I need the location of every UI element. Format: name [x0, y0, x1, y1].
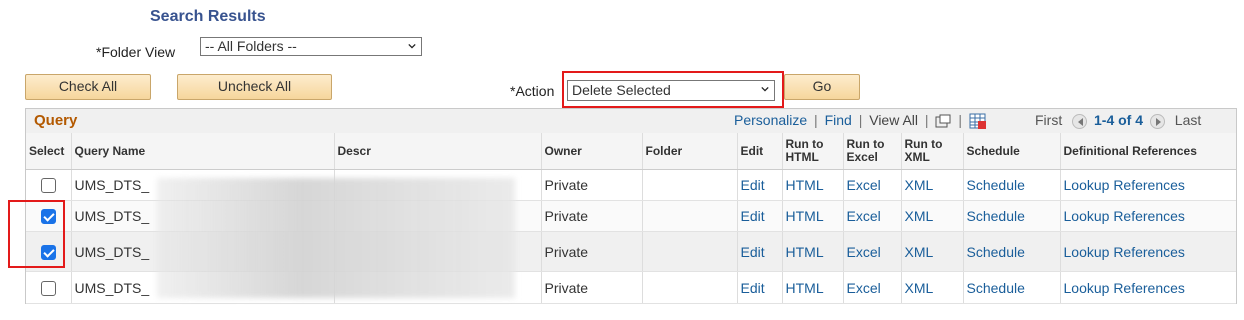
run-excel-link[interactable]: Excel — [847, 177, 881, 193]
next-page-icon[interactable] — [1149, 113, 1165, 129]
owner-cell: Private — [540, 169, 642, 201]
column-header: Run to Excel — [842, 133, 901, 170]
grid-pager: First 1-4 of 4 Last — [1035, 112, 1201, 129]
grid-header-bar: Query Personalize | Find | View All | | … — [26, 109, 1236, 134]
column-header: Select — [26, 133, 71, 170]
folder-view-label: *Folder View — [96, 44, 176, 60]
uncheck-all-button[interactable]: Uncheck All — [177, 74, 332, 100]
separator: | — [858, 112, 863, 128]
folder-view-select[interactable]: -- All Folders -- — [200, 37, 422, 56]
last-label: Last — [1174, 112, 1202, 128]
new-window-icon[interactable] — [935, 114, 951, 128]
column-header[interactable]: Folder — [641, 133, 737, 170]
column-header[interactable]: Descr — [333, 133, 541, 170]
column-header[interactable]: Owner — [540, 133, 642, 170]
column-header[interactable]: Query Name — [70, 133, 334, 170]
check-all-button[interactable]: Check All — [25, 74, 151, 100]
run-excel-link[interactable]: Excel — [847, 280, 881, 296]
folder-view-value: -- All Folders -- — [205, 38, 297, 54]
edit-link[interactable]: Edit — [741, 208, 765, 224]
grid-toolbar: Personalize | Find | View All | | — [734, 112, 987, 130]
run-xml-link[interactable]: XML — [905, 280, 934, 296]
lookup-references-link[interactable]: Lookup References — [1064, 244, 1185, 260]
column-header: Definitional References — [1059, 133, 1236, 170]
run-html-link[interactable]: HTML — [786, 244, 824, 260]
run-html-link[interactable]: HTML — [786, 177, 824, 193]
action-highlight-box — [562, 71, 784, 108]
edit-link[interactable]: Edit — [741, 244, 765, 260]
page-title: Search Results — [150, 8, 266, 25]
schedule-link[interactable]: Schedule — [967, 280, 1025, 296]
column-header: Edit — [736, 133, 782, 170]
previous-page-icon[interactable] — [1072, 113, 1088, 129]
chevron-down-icon — [408, 43, 416, 49]
run-excel-link[interactable]: Excel — [847, 244, 881, 260]
separator: | — [924, 112, 929, 128]
owner-cell: Private — [540, 200, 642, 232]
go-button[interactable]: Go — [784, 74, 860, 100]
folder-cell — [641, 271, 737, 304]
folder-cell — [641, 231, 737, 272]
action-label: *Action — [510, 83, 555, 99]
run-xml-link[interactable]: XML — [905, 208, 934, 224]
run-xml-link[interactable]: XML — [905, 244, 934, 260]
lookup-references-link[interactable]: Lookup References — [1064, 208, 1185, 224]
run-xml-link[interactable]: XML — [905, 177, 934, 193]
separator: | — [958, 112, 962, 128]
run-html-link[interactable]: HTML — [786, 208, 824, 224]
schedule-link[interactable]: Schedule — [967, 208, 1025, 224]
lookup-references-link[interactable]: Lookup References — [1064, 177, 1185, 193]
owner-cell: Private — [540, 231, 642, 272]
folder-cell — [641, 200, 737, 232]
download-spreadsheet-icon[interactable] — [969, 113, 987, 130]
column-header: Run to XML — [900, 133, 963, 170]
lookup-references-link[interactable]: Lookup References — [1064, 280, 1185, 296]
find-link[interactable]: Find — [825, 112, 852, 128]
schedule-link[interactable]: Schedule — [967, 177, 1025, 193]
edit-link[interactable]: Edit — [741, 177, 765, 193]
folder-cell — [641, 169, 737, 201]
view-all-link[interactable]: View All — [869, 112, 918, 128]
redacted-area — [157, 178, 515, 298]
first-label: First — [1035, 112, 1063, 128]
personalize-link[interactable]: Personalize — [734, 112, 807, 128]
page-range: 1-4 of 4 — [1094, 112, 1144, 128]
column-header: Schedule — [962, 133, 1060, 170]
checkbox-highlight-box — [8, 200, 65, 268]
row-select-checkbox[interactable] — [40, 280, 56, 296]
row-select-checkbox[interactable] — [40, 178, 56, 194]
owner-cell: Private — [540, 271, 642, 304]
column-header: Run to HTML — [781, 133, 843, 170]
table-header-row: Select Query Name Descr Owner Folder Edi… — [26, 133, 1236, 170]
grid-title: Query — [34, 112, 78, 129]
separator: | — [814, 112, 818, 128]
run-excel-link[interactable]: Excel — [847, 208, 881, 224]
edit-link[interactable]: Edit — [741, 280, 765, 296]
schedule-link[interactable]: Schedule — [967, 244, 1025, 260]
run-html-link[interactable]: HTML — [786, 280, 824, 296]
